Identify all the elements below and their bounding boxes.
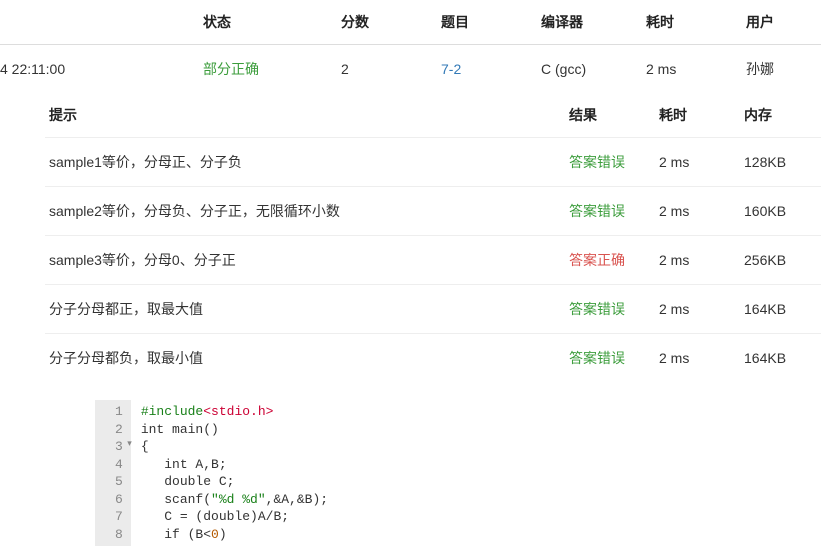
testcase-memory: 160KB (740, 187, 821, 236)
code-lines: #include<stdio.h> int main() { int A,B; … (131, 400, 821, 546)
line-number: 8 (115, 526, 123, 544)
testcase-memory: 256KB (740, 236, 821, 285)
col-user-header: 用户 (738, 0, 821, 45)
testcase-timecost: 2 ms (655, 236, 740, 285)
code-viewer: 12345678 #include<stdio.h> int main() { … (95, 400, 821, 546)
testcase-hint: sample2等价，分母负、分子正，无限循环小数 (45, 187, 565, 236)
col-status-header: 状态 (195, 0, 333, 45)
col-result-header: 结果 (565, 93, 655, 138)
testcase-timecost: 2 ms (655, 334, 740, 383)
col-problem-header: 题目 (433, 0, 533, 45)
testcase-memory: 128KB (740, 138, 821, 187)
col-time-header (0, 0, 195, 45)
code-line: int main() (141, 422, 219, 437)
testcase-result: 答案错误 (565, 187, 655, 236)
submission-time: 4 22:11:00 (0, 45, 195, 94)
testcase-result: 答案错误 (565, 285, 655, 334)
submission-timecost: 2 ms (638, 45, 738, 94)
line-number: 7 (115, 508, 123, 526)
code-line: C = (double)A/B; (141, 509, 289, 524)
submission-problem-link[interactable]: 7-2 (441, 61, 461, 77)
testcase-result: 答案错误 (565, 334, 655, 383)
testcase-row: sample2等价，分母负、分子正，无限循环小数答案错误2 ms160KB (45, 187, 821, 236)
line-number: 1 (115, 403, 123, 421)
testcase-row: 分子分母都正，取最大值答案错误2 ms164KB (45, 285, 821, 334)
testcase-hint: 分子分母都负，取最小值 (45, 334, 565, 383)
code-line: double C; (141, 474, 235, 489)
testcase-hint: sample1等价，分母正、分子负 (45, 138, 565, 187)
testcase-hint: 分子分母都正，取最大值 (45, 285, 565, 334)
col-score-header: 分数 (333, 0, 433, 45)
testcase-timecost: 2 ms (655, 138, 740, 187)
testcase-body: sample1等价，分母正、分子负答案错误2 ms128KBsample2等价，… (45, 138, 821, 383)
code-line: { (141, 439, 149, 454)
code-line: if (B<0) (141, 527, 227, 542)
testcase-timecost: 2 ms (655, 187, 740, 236)
submission-status[interactable]: 部分正确 (203, 61, 259, 77)
testcase-memory: 164KB (740, 285, 821, 334)
line-number: 6 (115, 491, 123, 509)
col-hint-header: 提示 (45, 93, 565, 138)
submission-table: 状态 分数 题目 编译器 耗时 用户 4 22:11:00 部分正确 2 7-2… (0, 0, 821, 93)
testcase-row: sample1等价，分母正、分子负答案错误2 ms128KB (45, 138, 821, 187)
testcase-row: sample3等价，分母0、分子正答案正确2 ms256KB (45, 236, 821, 285)
code-line: #include<stdio.h> (141, 404, 274, 419)
col-timecost-header: 耗时 (638, 0, 738, 45)
submission-compiler: C (gcc) (533, 45, 638, 94)
line-number: 2 (115, 421, 123, 439)
submission-header-row: 状态 分数 题目 编译器 耗时 用户 (0, 0, 821, 45)
col-memory-header: 内存 (740, 93, 821, 138)
line-number: 5 (115, 473, 123, 491)
testcase-hint: sample3等价，分母0、分子正 (45, 236, 565, 285)
testcase-row: 分子分母都负，取最小值答案错误2 ms164KB (45, 334, 821, 383)
col-compiler-header: 编译器 (533, 0, 638, 45)
line-number: 3 (115, 438, 123, 456)
line-number: 4 (115, 456, 123, 474)
code-line: scanf("%d %d",&A,&B); (141, 492, 328, 507)
code-line: int A,B; (141, 457, 227, 472)
col-timecost-header: 耗时 (655, 93, 740, 138)
testcase-timecost: 2 ms (655, 285, 740, 334)
code-gutter: 12345678 (95, 400, 131, 546)
testcase-table: 提示 结果 耗时 内存 sample1等价，分母正、分子负答案错误2 ms128… (45, 93, 821, 382)
submission-row: 4 22:11:00 部分正确 2 7-2 C (gcc) 2 ms 孙娜 (0, 45, 821, 94)
testcase-result: 答案错误 (565, 138, 655, 187)
testcase-header-row: 提示 结果 耗时 内存 (45, 93, 821, 138)
testcase-memory: 164KB (740, 334, 821, 383)
submission-score: 2 (333, 45, 433, 94)
testcase-result: 答案正确 (565, 236, 655, 285)
submission-user: 孙娜 (738, 45, 821, 94)
